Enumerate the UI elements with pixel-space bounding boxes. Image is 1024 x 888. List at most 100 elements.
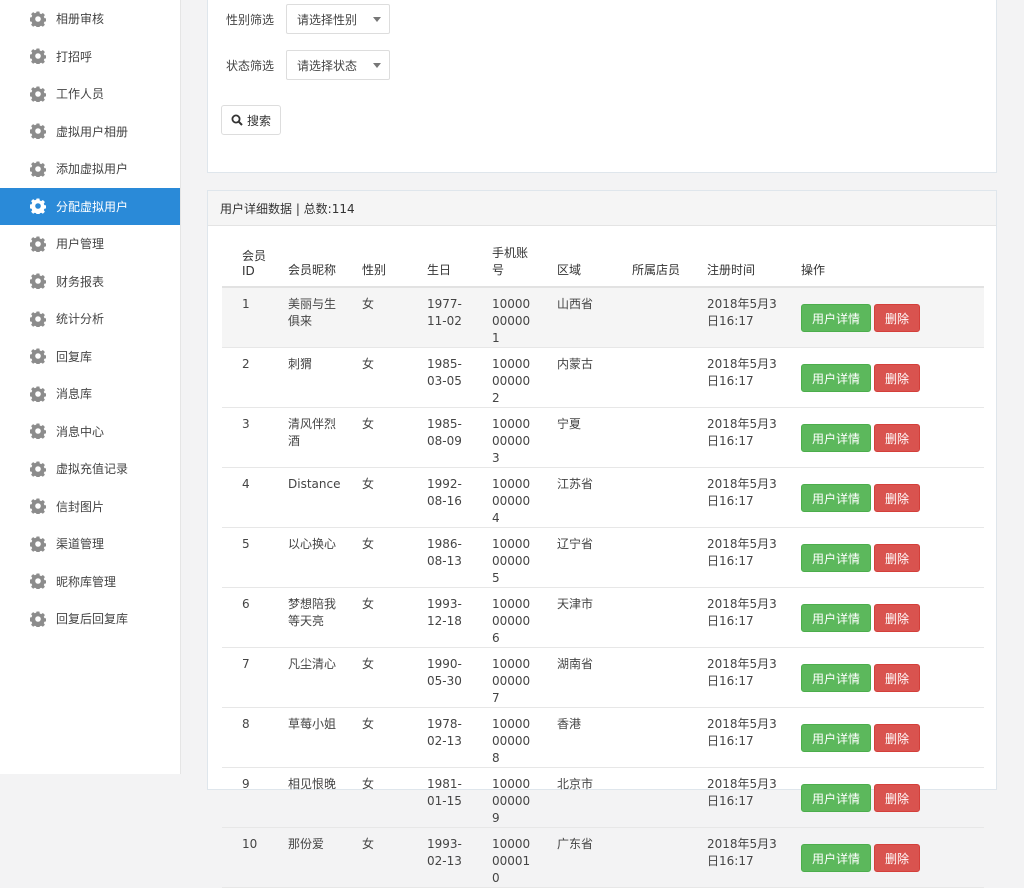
- gear-icon: [30, 236, 46, 252]
- cell-gender: 女: [342, 767, 407, 828]
- cell-nickname: 刺猬: [268, 347, 342, 408]
- table-row: 7 凡尘清心女 1990-05-30 10000000007 湖南省 2018年5月3日1…: [222, 647, 984, 708]
- col-header-phone: 手机账号: [472, 240, 537, 288]
- sidebar-item-4[interactable]: 添加虚拟用户: [0, 150, 180, 188]
- sidebar-item-label: 相册审核: [56, 12, 105, 27]
- sidebar-item-14[interactable]: 渠道管理: [0, 525, 180, 563]
- cell-phone: 10000000005: [472, 527, 537, 588]
- cell-gender: 女: [342, 407, 407, 468]
- sidebar-item-11[interactable]: 消息中心: [0, 413, 180, 451]
- delete-button[interactable]: 删除: [874, 363, 921, 392]
- gear-icon: [30, 86, 46, 102]
- sidebar-item-10[interactable]: 消息库: [0, 375, 180, 413]
- cell-birthday: 1993-02-13: [407, 827, 472, 888]
- cell-phone: 10000000007: [472, 647, 537, 708]
- status-filter-row: 状态筛选 请选择状态: [226, 50, 390, 80]
- user-detail-button[interactable]: 用户详情: [801, 783, 872, 812]
- delete-button[interactable]: 删除: [874, 423, 921, 452]
- sidebar-item-2[interactable]: 工作人员: [0, 75, 180, 113]
- cell-birthday: 1992-08-16: [407, 467, 472, 528]
- sidebar-item-8[interactable]: 统计分析: [0, 300, 180, 338]
- user-detail-button[interactable]: 用户详情: [801, 363, 872, 392]
- delete-button[interactable]: 删除: [874, 483, 921, 512]
- sidebar-item-label: 财务报表: [56, 274, 105, 289]
- cell-nickname: 草莓小姐: [268, 707, 342, 768]
- col-header-actions: 操作: [781, 240, 984, 288]
- sidebar-item-9[interactable]: 回复库: [0, 338, 180, 376]
- cell-region: 宁夏: [537, 407, 612, 468]
- cell-phone: 10000000001: [472, 287, 537, 348]
- cell-region: 山西省: [537, 287, 612, 348]
- cell-nickname: 美丽与生俱来: [268, 287, 342, 348]
- cell-reg-time: 2018年5月3日16:17: [687, 767, 781, 828]
- user-detail-button[interactable]: 用户详情: [801, 303, 872, 332]
- table-header-row: 会员ID 会员昵称 性别 生日 手机账号 区域 所属店员 注册时间 操作: [222, 240, 984, 288]
- cell-phone: 10000000010: [472, 827, 537, 888]
- sidebar-item-label: 用户管理: [56, 237, 105, 252]
- cell-region: 香港: [537, 707, 612, 768]
- gear-icon: [30, 48, 46, 65]
- cell-nickname: 那份爱: [268, 827, 342, 888]
- delete-button[interactable]: 删除: [874, 663, 921, 692]
- sidebar-item-16[interactable]: 回复后回复库: [0, 600, 180, 638]
- cell-staff: [612, 407, 687, 468]
- col-header-region: 区域: [537, 240, 612, 288]
- user-detail-button[interactable]: 用户详情: [801, 663, 872, 692]
- delete-button[interactable]: 删除: [874, 723, 921, 752]
- sidebar-item-15[interactable]: 昵称库管理: [0, 563, 180, 601]
- cell-birthday: 1986-08-13: [407, 527, 472, 588]
- cell-id: 2: [222, 347, 268, 408]
- user-detail-button[interactable]: 用户详情: [801, 543, 872, 572]
- delete-button[interactable]: 删除: [874, 783, 921, 812]
- cell-phone: 10000000008: [472, 707, 537, 768]
- delete-button[interactable]: 删除: [874, 543, 921, 572]
- gender-select[interactable]: 请选择性别: [286, 4, 390, 34]
- gear-icon: [30, 11, 46, 27]
- cell-staff: [612, 347, 687, 408]
- sidebar-item-5[interactable]: 分配虚拟用户: [0, 187, 180, 225]
- table-body: 1 美丽与生俱来女 1977-11-02 10000000001 山西省 2018年5月3…: [222, 287, 984, 888]
- sidebar-item-7[interactable]: 财务报表: [0, 263, 180, 301]
- cell-actions: 用户详情 删除: [781, 287, 984, 348]
- sidebar-item-label: 工作人员: [56, 87, 105, 102]
- cell-gender: 女: [342, 587, 407, 648]
- cell-nickname: 凡尘清心: [268, 647, 342, 708]
- sidebar-item-label: 虚拟用户相册: [56, 124, 129, 139]
- cell-region: 天津市: [537, 587, 612, 648]
- user-detail-button[interactable]: 用户详情: [801, 843, 872, 872]
- cell-actions: 用户详情 删除: [781, 707, 984, 768]
- user-detail-button[interactable]: 用户详情: [801, 423, 872, 452]
- cell-region: 广东省: [537, 827, 612, 888]
- sidebar-item-label: 昵称库管理: [56, 574, 117, 589]
- cell-staff: [612, 827, 687, 888]
- search-button[interactable]: 搜索: [221, 105, 281, 135]
- cell-region: 北京市: [537, 767, 612, 828]
- sidebar-item-3[interactable]: 虚拟用户相册: [0, 113, 180, 151]
- sidebar-item-6[interactable]: 用户管理: [0, 225, 180, 263]
- cell-reg-time: 2018年5月3日16:17: [687, 467, 781, 528]
- cell-birthday: 1981-01-15: [407, 767, 472, 828]
- gear-icon: [30, 386, 46, 402]
- sidebar-item-12[interactable]: 虚拟充值记录: [0, 450, 180, 488]
- user-detail-button[interactable]: 用户详情: [801, 483, 872, 512]
- delete-button[interactable]: 删除: [874, 843, 921, 872]
- delete-button[interactable]: 删除: [874, 603, 921, 632]
- user-detail-button[interactable]: 用户详情: [801, 723, 872, 752]
- sidebar-item-label: 信封图片: [56, 499, 105, 514]
- gear-icon: [30, 348, 46, 365]
- cell-gender: 女: [342, 707, 407, 768]
- sidebar-item-0[interactable]: 相册审核: [0, 0, 180, 38]
- status-select[interactable]: 请选择状态: [286, 50, 390, 80]
- delete-button[interactable]: 删除: [874, 303, 921, 332]
- cell-actions: 用户详情 删除: [781, 347, 984, 408]
- cell-id: 9: [222, 767, 268, 828]
- gear-icon: [30, 423, 46, 440]
- gender-filter-row: 性别筛选 请选择性别: [226, 4, 390, 34]
- cell-staff: [612, 467, 687, 528]
- cell-region: 江苏省: [537, 467, 612, 528]
- sidebar-item-1[interactable]: 打招呼: [0, 38, 180, 76]
- user-detail-button[interactable]: 用户详情: [801, 603, 872, 632]
- sidebar-item-label: 虚拟充值记录: [56, 462, 129, 477]
- table-row: 8 草莓小姐女 1978-02-13 10000000008 香港 2018年5月3日16…: [222, 707, 984, 768]
- sidebar-item-13[interactable]: 信封图片: [0, 488, 180, 526]
